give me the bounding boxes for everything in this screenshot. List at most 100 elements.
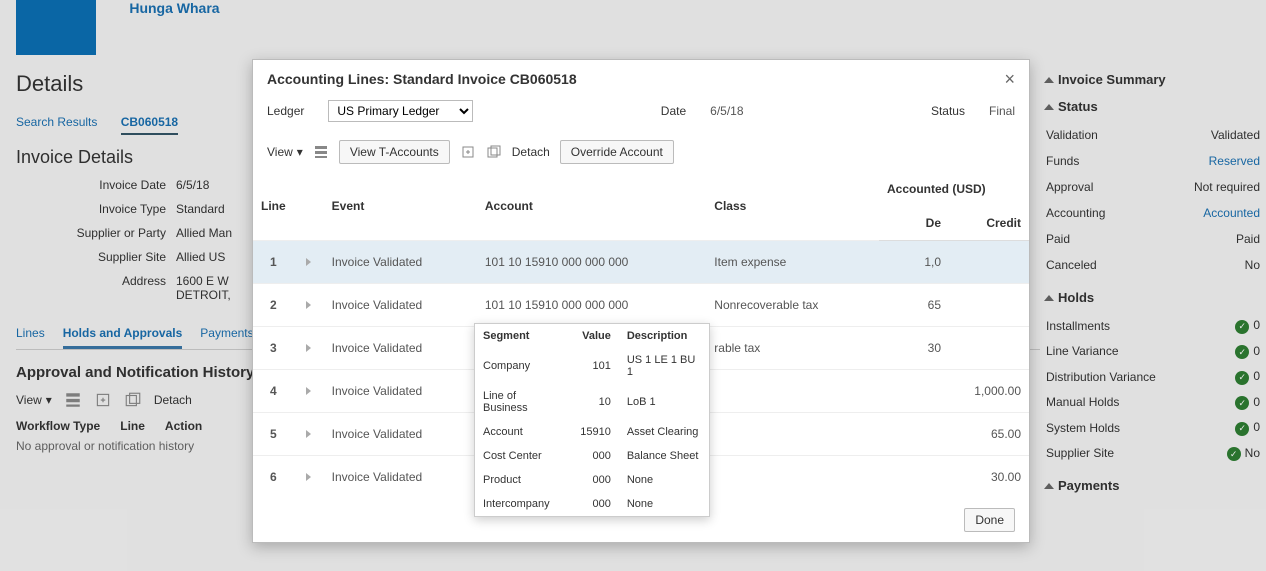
collapse-icon[interactable]: [1044, 483, 1054, 489]
expand-row-icon[interactable]: [294, 241, 324, 284]
col-class: Class: [706, 172, 879, 241]
account-segment-tooltip: Segment Value Description Company101US 1…: [474, 323, 710, 517]
collapse-icon[interactable]: [1044, 77, 1054, 83]
history-detach-icon[interactable]: [124, 391, 142, 409]
tab-holds-approvals[interactable]: Holds and Approvals: [63, 320, 183, 349]
table-row[interactable]: 1Invoice Validated101 10 15910 000 000 0…: [253, 241, 1029, 284]
cell-event: Invoice Validated: [324, 241, 477, 284]
override-account-button[interactable]: Override Account: [560, 140, 674, 164]
tooltip-segment: Intercompany: [475, 492, 569, 516]
breadcrumb-invoice[interactable]: CB060518: [121, 115, 178, 135]
chevron-down-icon: ▾: [297, 145, 303, 159]
tooltip-value: 10: [569, 384, 619, 420]
status-value: Validated: [1211, 128, 1260, 142]
cell-credit: [949, 284, 1029, 327]
cell-debit: [879, 456, 949, 499]
tooltip-segment: Line of Business: [475, 384, 569, 420]
status-row: Funds Reserved: [1046, 148, 1260, 174]
history-export-icon[interactable]: [94, 391, 112, 409]
done-button[interactable]: Done: [964, 508, 1015, 532]
tooltip-desc: None: [619, 468, 709, 492]
expand-row-icon[interactable]: [294, 456, 324, 499]
hold-label: System Holds: [1046, 421, 1120, 435]
status-value[interactable]: Accounted: [1203, 206, 1260, 220]
invoice-type-label: Invoice Type: [16, 202, 176, 216]
tooltip-segment: Cost Center: [475, 444, 569, 468]
col-accounted-group: Accounted (USD): [879, 172, 1029, 206]
col-debit: De: [879, 206, 949, 241]
breadcrumb-search-results[interactable]: Search Results: [16, 115, 97, 129]
tooltip-row: Company101US 1 LE 1 BU 1: [475, 348, 709, 384]
expand-row-icon[interactable]: [294, 327, 324, 370]
cell-class: rable tax: [706, 327, 879, 370]
tooltip-value: 15910: [569, 420, 619, 444]
hold-label: Distribution Variance: [1046, 370, 1156, 384]
cell-credit: [949, 241, 1029, 284]
line-number: 2: [253, 284, 294, 327]
hold-value: ✓No: [1227, 446, 1260, 462]
cell-credit: [949, 327, 1029, 370]
tab-lines[interactable]: Lines: [16, 320, 45, 349]
status-label: Approval: [1046, 180, 1093, 194]
expand-row-icon[interactable]: [294, 413, 324, 456]
expand-row-icon[interactable]: [294, 284, 324, 327]
supplier-site-label: Supplier Site: [16, 250, 176, 264]
tooltip-row: Product000None: [475, 468, 709, 492]
col-action: Action: [165, 419, 202, 433]
status-label: Paid: [1046, 232, 1070, 246]
tooltip-desc: Asset Clearing: [619, 420, 709, 444]
tooltip-segment: Company: [475, 348, 569, 384]
history-format-icon[interactable]: [64, 391, 82, 409]
col-credit: Credit: [949, 206, 1029, 241]
status-label: Funds: [1046, 154, 1079, 168]
hold-value: ✓0: [1235, 318, 1260, 334]
close-icon[interactable]: ×: [1004, 70, 1015, 88]
check-icon: ✓: [1235, 345, 1249, 359]
table-view-menu[interactable]: View ▾: [267, 145, 303, 159]
cell-debit: [879, 413, 949, 456]
format-icon[interactable]: [313, 144, 329, 160]
cell-class: [706, 370, 879, 413]
status-row: PaidPaid: [1046, 226, 1260, 252]
table-row[interactable]: 2Invoice Validated101 10 15910 000 000 0…: [253, 284, 1029, 327]
address-value: 1600 E W DETROIT,: [176, 274, 231, 302]
history-view-menu[interactable]: View▾: [16, 393, 52, 407]
status-value[interactable]: Reserved: [1209, 154, 1260, 168]
tooltip-desc: LoB 1: [619, 384, 709, 420]
tooltip-desc: None: [619, 492, 709, 516]
status-row: ValidationValidated: [1046, 122, 1260, 148]
hold-label: Installments: [1046, 319, 1110, 333]
supplier-logo: [16, 0, 96, 55]
detach-icon[interactable]: [486, 144, 502, 160]
tooltip-segment: Product: [475, 468, 569, 492]
collapse-icon[interactable]: [1044, 295, 1054, 301]
status-value: Final: [989, 104, 1015, 118]
ledger-select[interactable]: US Primary Ledger: [328, 100, 473, 122]
cell-account: 101 10 15910 000 000 000: [477, 241, 706, 284]
expand-row-icon[interactable]: [294, 370, 324, 413]
date-value: 6/5/18: [710, 104, 743, 118]
export-icon[interactable]: [460, 144, 476, 160]
holds-section-title: Holds: [1058, 290, 1094, 305]
tooltip-desc: US 1 LE 1 BU 1: [619, 348, 709, 384]
hold-value: ✓0: [1235, 344, 1260, 360]
invoice-summary-panel: Invoice Summary Status ValidationValidat…: [1040, 60, 1266, 501]
line-number: 3: [253, 327, 294, 370]
view-t-accounts-button[interactable]: View T-Accounts: [339, 140, 450, 164]
hold-row: Line Variance✓0: [1046, 339, 1260, 365]
col-line: Line: [253, 172, 294, 241]
history-detach-label[interactable]: Detach: [154, 393, 192, 407]
collapse-icon[interactable]: [1044, 104, 1054, 110]
line-number: 5: [253, 413, 294, 456]
tooltip-value: 101: [569, 348, 619, 384]
tab-payments[interactable]: Payments: [200, 320, 253, 349]
tooltip-value: 000: [569, 444, 619, 468]
tooltip-row: Intercompany000None: [475, 492, 709, 516]
check-icon: ✓: [1235, 371, 1249, 385]
check-icon: ✓: [1235, 422, 1249, 436]
col-account: Account: [477, 172, 706, 241]
detach-label[interactable]: Detach: [512, 145, 550, 159]
supplier-name: Hunga Whara: [129, 0, 219, 16]
invoice-date-value: 6/5/18: [176, 178, 209, 192]
summary-title: Invoice Summary: [1058, 72, 1166, 87]
